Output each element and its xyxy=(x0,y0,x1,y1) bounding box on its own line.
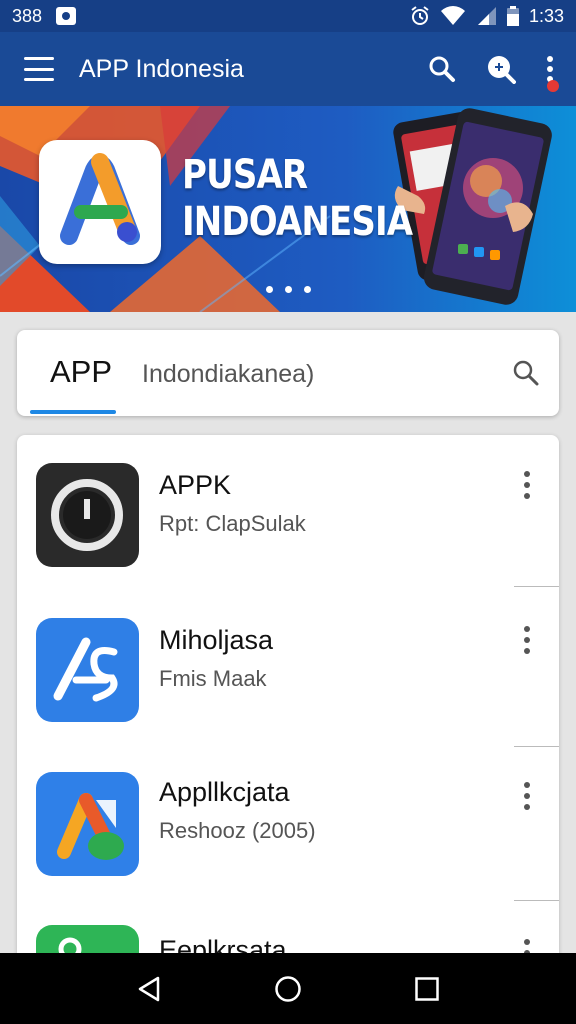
banner-title-line2: INDOANESIA xyxy=(182,199,413,245)
tab-app[interactable]: APP xyxy=(50,354,112,390)
status-bar: 388 1:33 xyxy=(0,0,576,32)
tab-bar: APP Indondiakanea) xyxy=(17,330,559,416)
list-item[interactable]: Miholjasa Fmis Maak xyxy=(17,595,559,747)
banner-page-indicator xyxy=(266,286,311,293)
menu-icon[interactable] xyxy=(24,57,54,81)
page-dot[interactable] xyxy=(266,286,273,293)
status-left-text: 388 xyxy=(12,5,43,26)
home-icon[interactable] xyxy=(274,975,302,1003)
list-item[interactable]: APPK Rpt: ClapSulak xyxy=(17,435,559,587)
app-subtitle: Rpt: ClapSulak xyxy=(159,511,306,536)
app-subtitle: Fmis Maak xyxy=(159,666,267,691)
search-icon[interactable] xyxy=(512,359,540,387)
app-name: Miholjasa xyxy=(159,625,274,655)
more-options-icon[interactable] xyxy=(523,471,531,499)
divider xyxy=(514,586,559,587)
app-logo-icon xyxy=(60,153,140,245)
app-name: Appllkcjata xyxy=(159,777,290,807)
promo-banner[interactable]: PUSAR INDOANESIA xyxy=(0,106,576,312)
app-list: APPK Rpt: ClapSulak Miholjasa Fmis Maak … xyxy=(17,435,559,995)
blue-a-app-icon xyxy=(36,618,139,722)
overflow-icon[interactable] xyxy=(546,55,554,83)
navigation-bar xyxy=(0,953,576,1024)
clock-app-icon xyxy=(36,463,139,567)
app-subtitle: Reshooz (2005) xyxy=(159,818,316,843)
alarm-icon xyxy=(411,6,429,25)
signal-icon xyxy=(477,7,496,25)
page-dot[interactable] xyxy=(285,286,292,293)
recents-icon[interactable] xyxy=(414,976,440,1002)
app-bar: APP Indonesia xyxy=(0,32,576,106)
app-title: APP Indonesia xyxy=(79,54,244,83)
banner-app-logo xyxy=(39,140,161,264)
banner-title-line1: PUSAR xyxy=(182,152,308,198)
wifi-icon xyxy=(440,6,465,26)
status-time: 1:33 xyxy=(528,5,564,26)
zoom-icon[interactable] xyxy=(486,54,516,84)
tab-indonesia[interactable]: Indondiakanea) xyxy=(142,360,314,389)
search-icon[interactable] xyxy=(428,55,456,83)
app-name: APPK xyxy=(159,470,232,500)
divider xyxy=(514,746,559,747)
divider xyxy=(514,900,559,901)
page-dot[interactable] xyxy=(304,286,311,293)
notification-badge xyxy=(547,80,559,92)
battery-icon xyxy=(506,6,519,26)
tab-active-indicator xyxy=(30,410,116,414)
banner-title: PUSAR INDOANESIA xyxy=(182,152,413,246)
more-options-icon[interactable] xyxy=(523,626,531,654)
more-options-icon[interactable] xyxy=(523,782,531,810)
colorful-a-app-icon xyxy=(36,772,139,876)
back-icon[interactable] xyxy=(136,975,162,1003)
notification-icon xyxy=(56,7,77,25)
list-item[interactable]: Appllkcjata Reshooz (2005) xyxy=(17,749,559,901)
